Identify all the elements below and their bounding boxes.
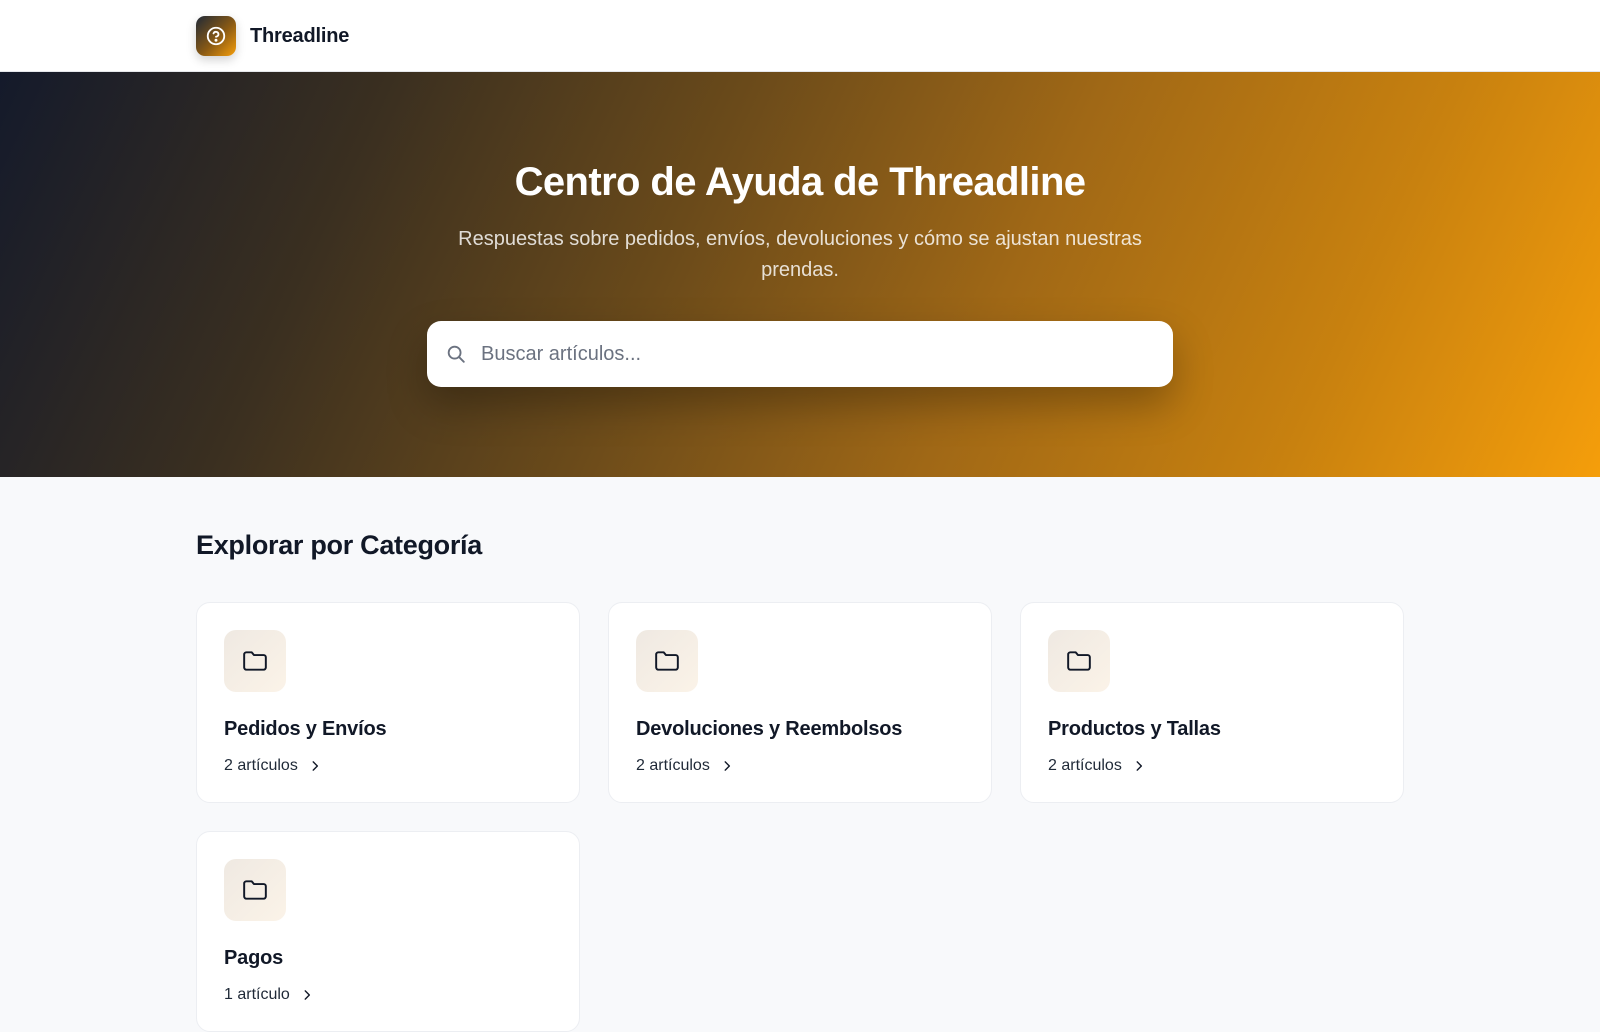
category-title: Productos y Tallas — [1048, 718, 1221, 740]
category-card-pedidos-envios[interactable]: Pedidos y Envíos 2 artículos — [196, 602, 580, 803]
chevron-right-icon — [308, 759, 322, 773]
article-count-label: 2 artículos — [1048, 757, 1122, 774]
article-count-label: 2 artículos — [224, 757, 298, 774]
category-article-count: 1 artículo — [224, 986, 314, 1004]
search-box[interactable] — [427, 321, 1173, 387]
category-article-count: 2 artículos — [636, 757, 734, 775]
article-count-label: 2 artículos — [636, 757, 710, 774]
search-icon — [445, 343, 467, 365]
folder-icon — [636, 630, 698, 692]
category-card-pagos[interactable]: Pagos 1 artículo — [196, 831, 580, 1032]
category-article-count: 2 artículos — [1048, 757, 1146, 775]
chevron-right-icon — [720, 759, 734, 773]
category-title: Devoluciones y Reembolsos — [636, 718, 903, 740]
folder-icon — [1048, 630, 1110, 692]
folder-icon — [224, 859, 286, 921]
category-title: Pedidos y Envíos — [224, 718, 387, 740]
folder-icon — [224, 630, 286, 692]
help-circle-icon — [196, 16, 236, 56]
search-input[interactable] — [481, 334, 1141, 374]
article-count-label: 1 artículo — [224, 986, 290, 1003]
hero-subtitle: Respuestas sobre pedidos, envíos, devolu… — [458, 228, 1142, 281]
category-title: Pagos — [224, 947, 284, 969]
brand-home-link[interactable]: Threadline — [196, 16, 349, 56]
top-navigation-bar: Threadline — [0, 0, 1600, 72]
category-card-devoluciones-reembolsos[interactable]: Devoluciones y Reembolsos 2 artículos — [608, 602, 992, 803]
page-title: Centro de Ayuda de Threadline — [514, 160, 1086, 204]
chevron-right-icon — [1132, 759, 1146, 773]
categories-heading: Explorar por Categoría — [196, 530, 482, 560]
hero-banner: Centro de Ayuda de Threadline Respuestas… — [0, 72, 1600, 477]
category-article-count: 2 artículos — [224, 757, 322, 775]
brand-name: Threadline — [250, 24, 350, 47]
category-card-productos-tallas[interactable]: Productos y Tallas 2 artículos — [1020, 602, 1404, 803]
